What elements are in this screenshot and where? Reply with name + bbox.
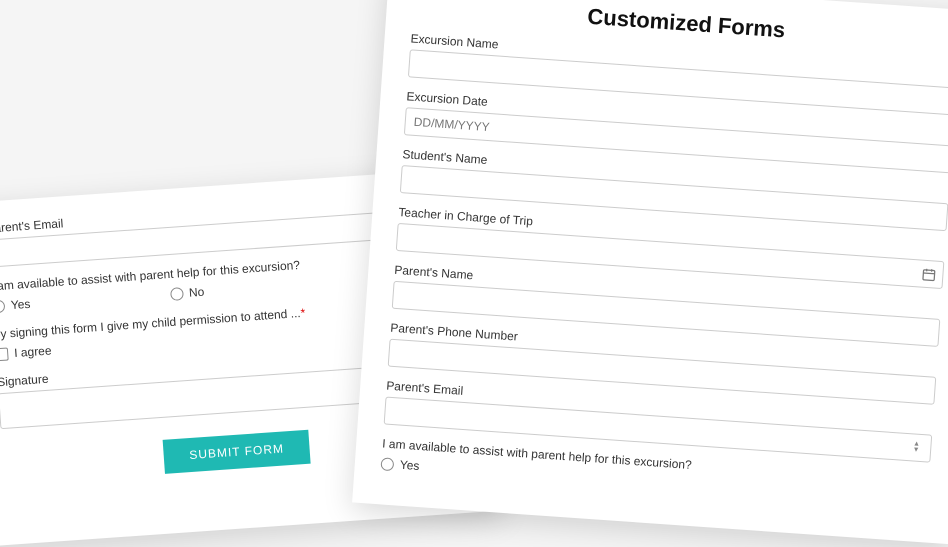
radio-yes-back[interactable]: Yes [0, 297, 31, 314]
radio-label-no-back: No [189, 285, 205, 300]
radio-label-yes-front: Yes [399, 458, 420, 473]
radio-yes-front[interactable]: Yes [380, 456, 419, 473]
checkbox-label-agree: I agree [14, 343, 52, 360]
radio-icon [170, 287, 184, 301]
form-card-front: Customized Forms Excursion Name Excursio… [352, 0, 948, 544]
submit-button[interactable]: SUBMIT FORM [162, 430, 311, 474]
required-asterisk: * [300, 306, 306, 320]
radio-no-back[interactable]: No [170, 285, 205, 301]
radio-label-yes-back: Yes [10, 297, 31, 312]
radio-icon [0, 299, 5, 313]
calendar-icon[interactable] [919, 264, 938, 283]
stepper-icon[interactable]: ▲▼ [907, 438, 926, 457]
checkbox-icon [0, 347, 9, 361]
radio-icon [380, 457, 394, 471]
